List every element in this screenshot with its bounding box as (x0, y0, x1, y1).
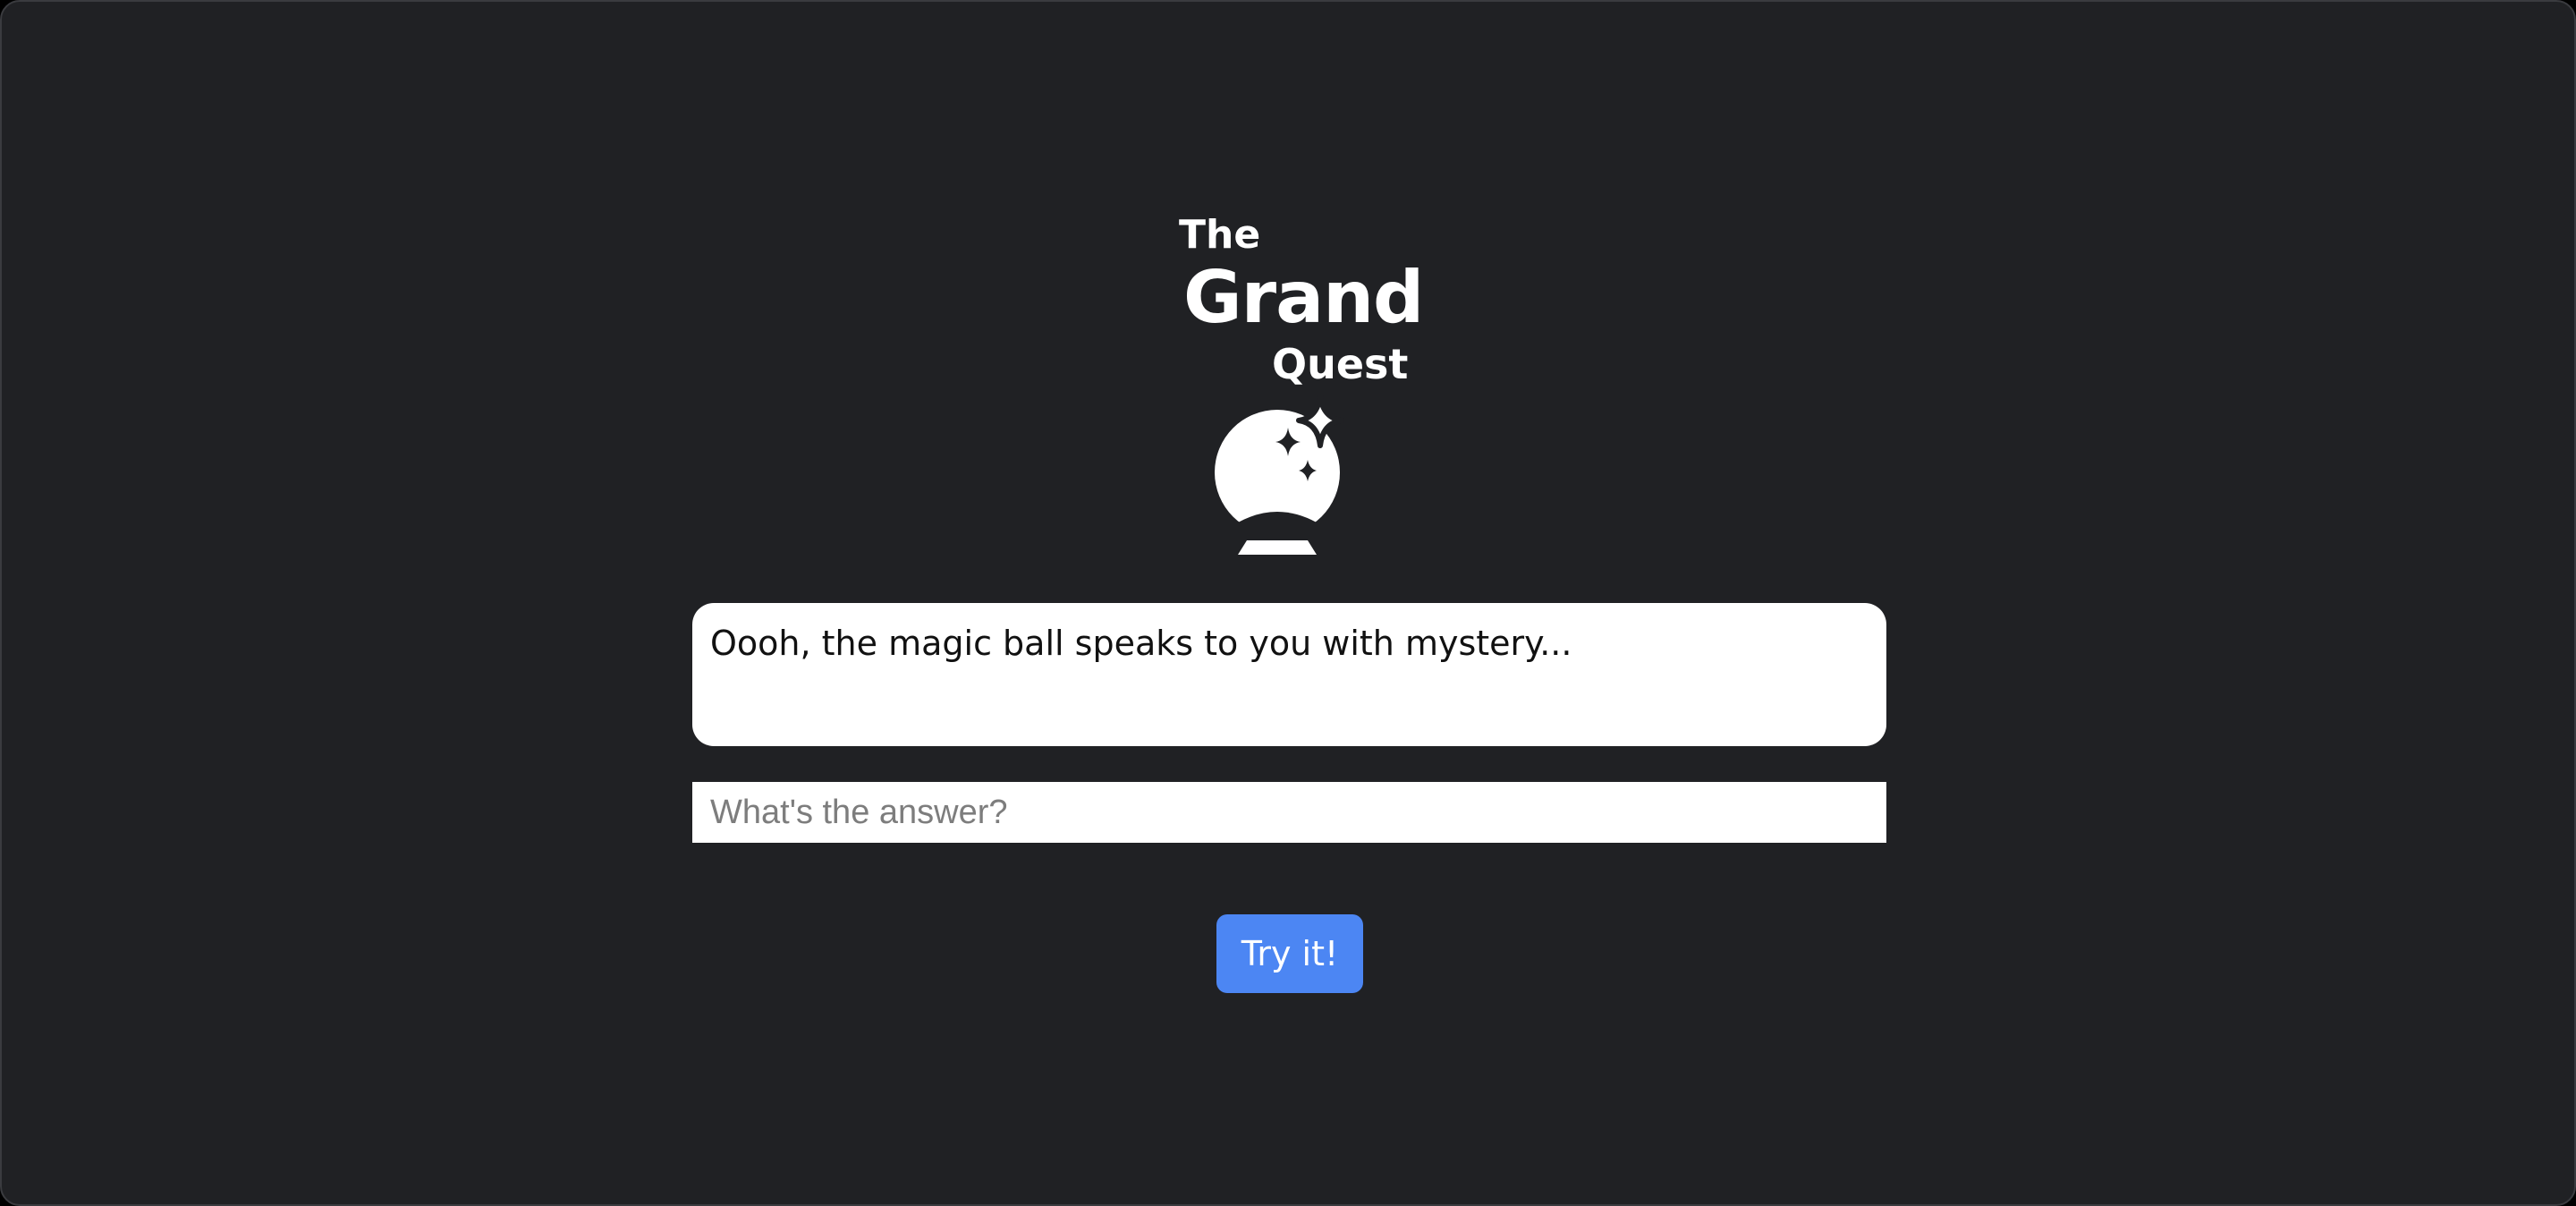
crystal-ball-icon (1215, 395, 1344, 555)
app-window: The Grand Quest Oooh, the magic ball spe… (0, 0, 2576, 1206)
logo-grand-text: Grand (1183, 256, 1424, 339)
answer-input[interactable] (692, 782, 1886, 843)
logo-quest-text: Quest (1272, 340, 1409, 388)
logo: The Grand Quest (1179, 204, 1424, 388)
try-it-button[interactable]: Try it! (1216, 914, 1363, 993)
message-text: Oooh, the magic ball speaks to you with … (710, 624, 1572, 663)
message-box: Oooh, the magic ball speaks to you with … (692, 603, 1886, 746)
